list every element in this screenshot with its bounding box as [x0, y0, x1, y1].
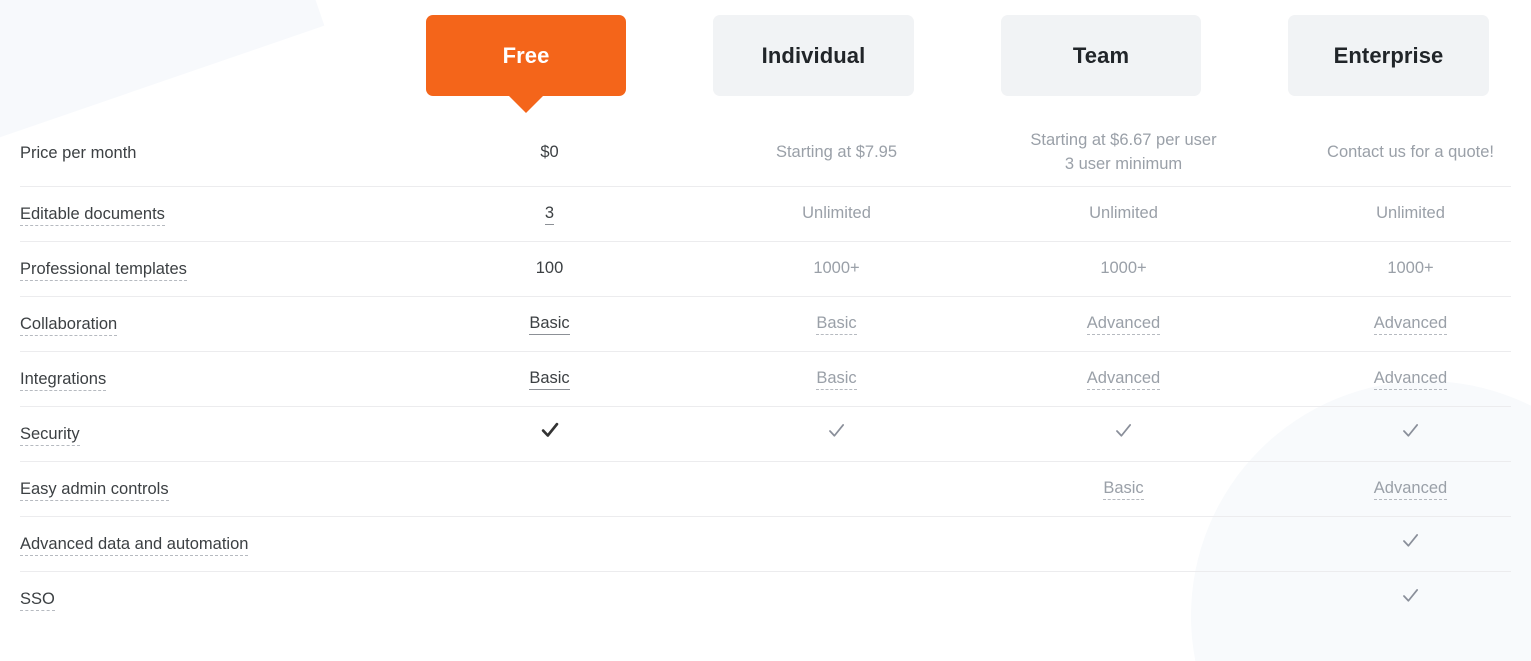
cell-team: Advanced [980, 312, 1267, 336]
feature-label-text[interactable]: Professional templates [20, 259, 187, 281]
cell-text: Unlimited [1376, 204, 1445, 223]
cell-text: 1000+ [1100, 259, 1147, 278]
cell-enterprise: Contact us for a quote! [1267, 141, 1531, 165]
cell-text[interactable]: Advanced [1086, 369, 1161, 391]
plan-tab-individual[interactable]: Individual [713, 15, 914, 96]
checkmark-icon [1400, 530, 1421, 551]
cell-team: Unlimited [980, 202, 1267, 226]
feature-label-text[interactable]: Security [20, 424, 80, 446]
cell-individual: Unlimited [693, 202, 980, 226]
cell-enterprise [1267, 530, 1531, 559]
table-row: Editable documents 3 Unlimited Unlimited Unl… [20, 186, 1511, 241]
cell-text[interactable]: Basic [1103, 479, 1144, 501]
cell-text: 1000+ [1387, 259, 1434, 278]
cell-individual: Basic [693, 367, 980, 391]
plan-tab-label: Free [502, 42, 550, 68]
table-row: Professional templates 100 1000+ 1000+ 1000+ [20, 241, 1511, 296]
cell-enterprise [1267, 420, 1531, 449]
cell-free: Basic [406, 312, 693, 336]
cell-text: $0 [540, 143, 559, 162]
cell-text[interactable]: Advanced [1373, 369, 1448, 391]
feature-label: Integrations [20, 369, 406, 391]
cell-text[interactable]: Basic [529, 314, 570, 336]
cell-free: Basic [406, 367, 693, 391]
checkmark-icon [1400, 585, 1421, 606]
cell-text-line-2: 3 user minimum [1064, 155, 1183, 173]
feature-label-text: Price per month [20, 143, 137, 162]
cell-individual: Basic [693, 312, 980, 336]
cell-text: 100 [535, 259, 564, 278]
cell-enterprise: Advanced [1267, 367, 1531, 391]
feature-label-text[interactable]: SSO [20, 589, 55, 611]
cell-text: Unlimited [802, 204, 871, 223]
cell-text: Unlimited [1089, 204, 1158, 223]
cell-text: Contact us for a quote! [1327, 143, 1494, 162]
cell-team: Starting at $6.67 per user 3 user minimum [980, 129, 1267, 177]
cell-individual: Starting at $7.95 [693, 141, 980, 165]
plan-tab-team[interactable]: Team [1001, 15, 1201, 96]
checkmark-icon [1400, 420, 1421, 441]
plan-tab-label: Enterprise [1333, 42, 1444, 68]
feature-label: Collaboration [20, 314, 406, 336]
cell-enterprise [1267, 585, 1531, 614]
comparison-table: Price per month $0 Starting at $7.95 Starti… [0, 120, 1531, 626]
plan-tab-label: Team [1072, 42, 1130, 68]
cell-text[interactable]: Advanced [1373, 314, 1448, 336]
feature-label: Price per month [20, 144, 406, 163]
feature-label: SSO [20, 589, 406, 611]
cell-enterprise: Unlimited [1267, 202, 1531, 226]
feature-label: Editable documents [20, 204, 406, 226]
cell-team: Basic [980, 477, 1267, 501]
plan-tab-enterprise[interactable]: Enterprise [1288, 15, 1489, 96]
cell-enterprise: Advanced [1267, 477, 1531, 501]
cell-free [406, 419, 693, 449]
feature-label: Advanced data and automation [20, 534, 406, 556]
plan-tab-label: Individual [761, 42, 866, 68]
cell-text: 1000+ [813, 259, 860, 278]
cell-text[interactable]: Basic [529, 369, 570, 391]
pricing-comparison-page: Free Individual Team Enterprise Price per m… [0, 0, 1531, 661]
cell-free: $0 [406, 141, 693, 165]
table-row: Collaboration Basic Basic Advanced Advanced [20, 296, 1511, 351]
cell-enterprise: Advanced [1267, 312, 1531, 336]
table-row: Advanced data and automation [20, 516, 1511, 571]
table-row: Integrations Basic Basic Advanced Advanced [20, 351, 1511, 406]
feature-label: Easy admin controls [20, 479, 406, 501]
cell-team [980, 420, 1267, 449]
active-tab-pointer [508, 95, 544, 113]
cell-team: 1000+ [980, 257, 1267, 281]
cell-free: 3 [406, 202, 693, 226]
cell-free: 100 [406, 257, 693, 281]
cell-individual [693, 420, 980, 449]
cell-text[interactable]: Advanced [1086, 314, 1161, 336]
feature-label: Security [20, 424, 406, 446]
cell-individual: 1000+ [693, 257, 980, 281]
table-row: Security [20, 406, 1511, 461]
cell-text[interactable]: Basic [816, 369, 857, 391]
cell-text[interactable]: Advanced [1373, 479, 1448, 501]
table-row: SSO [20, 571, 1511, 626]
feature-label: Professional templates [20, 259, 406, 281]
feature-label-text[interactable]: Integrations [20, 369, 107, 391]
feature-label-text[interactable]: Easy admin controls [20, 479, 169, 501]
checkmark-icon [826, 420, 847, 441]
checkmark-icon [539, 419, 561, 441]
cell-text[interactable]: Basic [816, 314, 857, 336]
feature-label-text[interactable]: Collaboration [20, 314, 118, 336]
table-row: Easy admin controls Basic Advanced [20, 461, 1511, 516]
plan-tabs: Free Individual Team Enterprise [0, 0, 1531, 120]
cell-enterprise: 1000+ [1267, 257, 1531, 281]
feature-label-text[interactable]: Advanced data and automation [20, 534, 249, 556]
table-row: Price per month $0 Starting at $7.95 Starti… [20, 120, 1511, 186]
cell-text-line-1: Starting at $6.67 per user [1030, 131, 1217, 150]
checkmark-icon [1113, 420, 1134, 441]
cell-text[interactable]: 3 [544, 204, 555, 226]
cell-team: Advanced [980, 367, 1267, 391]
cell-text: Starting at $7.95 [775, 143, 898, 162]
plan-tab-free[interactable]: Free [426, 15, 626, 113]
feature-label-text[interactable]: Editable documents [20, 204, 165, 226]
